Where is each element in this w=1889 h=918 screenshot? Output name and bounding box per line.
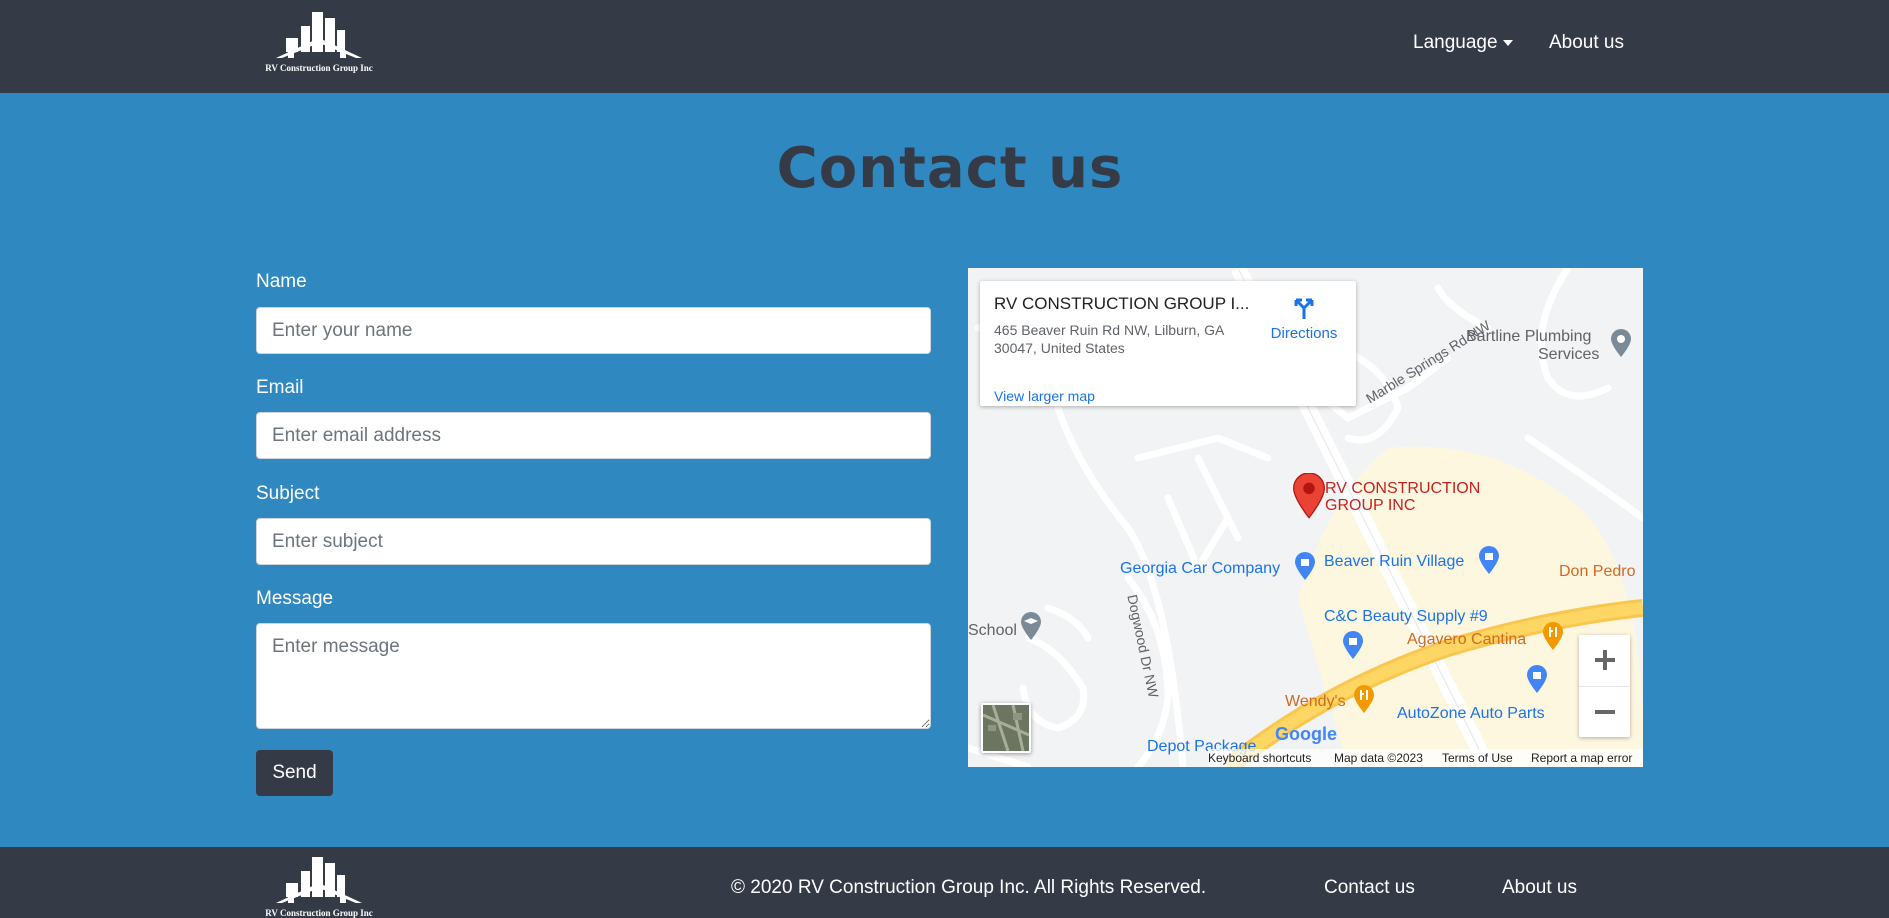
map-label-don-pedro: Don Pedro xyxy=(1559,563,1636,580)
building-logo-icon xyxy=(276,857,362,903)
map-attribution-bar: Keyboard shortcuts Map data ©2023 Terms … xyxy=(1208,749,1643,767)
shopping-pin-icon[interactable] xyxy=(1340,630,1366,660)
main-location-pin-icon[interactable] xyxy=(1292,473,1326,519)
map-label-bartline-services: Services xyxy=(1538,346,1600,363)
restaurant-pin-icon[interactable] xyxy=(1351,684,1377,714)
place-address: 465 Beaver Ruin Rd NW, Lilburn, GA 30047… xyxy=(994,322,1224,356)
zoom-out-button[interactable] xyxy=(1579,686,1630,737)
map-label-rv-group-inc: GROUP INC xyxy=(1325,497,1416,514)
zoom-controls xyxy=(1579,635,1630,737)
shopping-pin-icon[interactable] xyxy=(1524,664,1550,694)
copyright-text: © 2020 RV Construction Group Inc. All Ri… xyxy=(731,877,1207,898)
logo-text: RV Construction Group Inc xyxy=(265,63,373,73)
map-data-text: Map data ©2023 xyxy=(1334,751,1423,765)
footer: RV Construction Group Inc © 2020 RV Cons… xyxy=(0,847,1889,918)
map-label-agavero: Agavero Cantina xyxy=(1407,631,1527,648)
subject-input[interactable] xyxy=(256,518,931,565)
report-error-link[interactable]: Report a map error xyxy=(1531,751,1632,765)
email-input[interactable] xyxy=(256,412,931,459)
logo-text: RV Construction Group Inc xyxy=(265,908,373,918)
language-label: Language xyxy=(1413,32,1498,53)
map-label-school: School xyxy=(968,622,1017,639)
footer-about-link[interactable]: About us xyxy=(1502,877,1577,899)
nav-about-link[interactable]: About us xyxy=(1549,32,1624,54)
name-input[interactable] xyxy=(256,307,931,354)
satellite-layer-toggle[interactable] xyxy=(981,703,1031,753)
map-label-rv-construction: RV CONSTRUCTION xyxy=(1325,480,1481,497)
directions-button[interactable]: Directions xyxy=(1265,295,1343,342)
company-logo[interactable]: RV Construction Group Inc xyxy=(256,8,382,74)
message-label: Message xyxy=(256,588,334,609)
zoom-in-button[interactable] xyxy=(1579,635,1630,686)
map-label-wendys: Wendy's xyxy=(1285,693,1346,710)
directions-icon xyxy=(1294,298,1314,319)
terms-link[interactable]: Terms of Use xyxy=(1442,751,1513,765)
footer-contact-link[interactable]: Contact us xyxy=(1324,877,1415,899)
map-label-autozone: AutoZone Auto Parts xyxy=(1397,705,1545,722)
shopping-pin-icon[interactable] xyxy=(1292,551,1318,581)
map-label-beaver-ruin: Beaver Ruin Village xyxy=(1324,553,1465,570)
place-info-card: RV CONSTRUCTION GROUP I... 465 Beaver Ru… xyxy=(980,281,1356,406)
view-larger-map-link[interactable]: View larger map xyxy=(994,388,1095,404)
keyboard-shortcuts-link[interactable]: Keyboard shortcuts xyxy=(1208,751,1311,765)
subject-label: Subject xyxy=(256,483,320,504)
minus-icon xyxy=(1594,710,1615,714)
google-logo: Google xyxy=(1275,724,1337,745)
caret-down-icon xyxy=(1502,39,1513,46)
top-navbar: RV Construction Group Inc Language About… xyxy=(0,0,1889,93)
name-label: Name xyxy=(256,271,307,292)
shopping-pin-icon[interactable] xyxy=(1476,545,1502,575)
restaurant-pin-icon[interactable] xyxy=(1540,621,1566,651)
building-logo-icon xyxy=(276,12,362,58)
directions-label: Directions xyxy=(1270,325,1338,342)
map-label-cc-beauty: C&C Beauty Supply #9 xyxy=(1324,608,1488,625)
message-textarea[interactable] xyxy=(256,623,931,729)
email-label: Email xyxy=(256,377,304,398)
page-title: Contact us xyxy=(776,136,1124,201)
map-label-georgia-car: Georgia Car Company xyxy=(1120,560,1281,577)
language-dropdown[interactable]: Language xyxy=(1413,32,1513,54)
google-logo-text: Google xyxy=(1275,724,1337,744)
plus-icon xyxy=(1594,650,1615,670)
gray-place-pin-icon[interactable] xyxy=(1608,328,1634,358)
school-pin-icon[interactable] xyxy=(1018,611,1044,641)
satellite-thumbnail-icon xyxy=(983,705,1029,751)
place-title: RV CONSTRUCTION GROUP I... xyxy=(994,294,1250,313)
google-map[interactable]: RV CONSTRUCTION GROUP I... 465 Beaver Ru… xyxy=(968,268,1643,767)
footer-logo[interactable]: RV Construction Group Inc xyxy=(256,853,382,918)
send-button[interactable]: Send xyxy=(256,750,333,796)
